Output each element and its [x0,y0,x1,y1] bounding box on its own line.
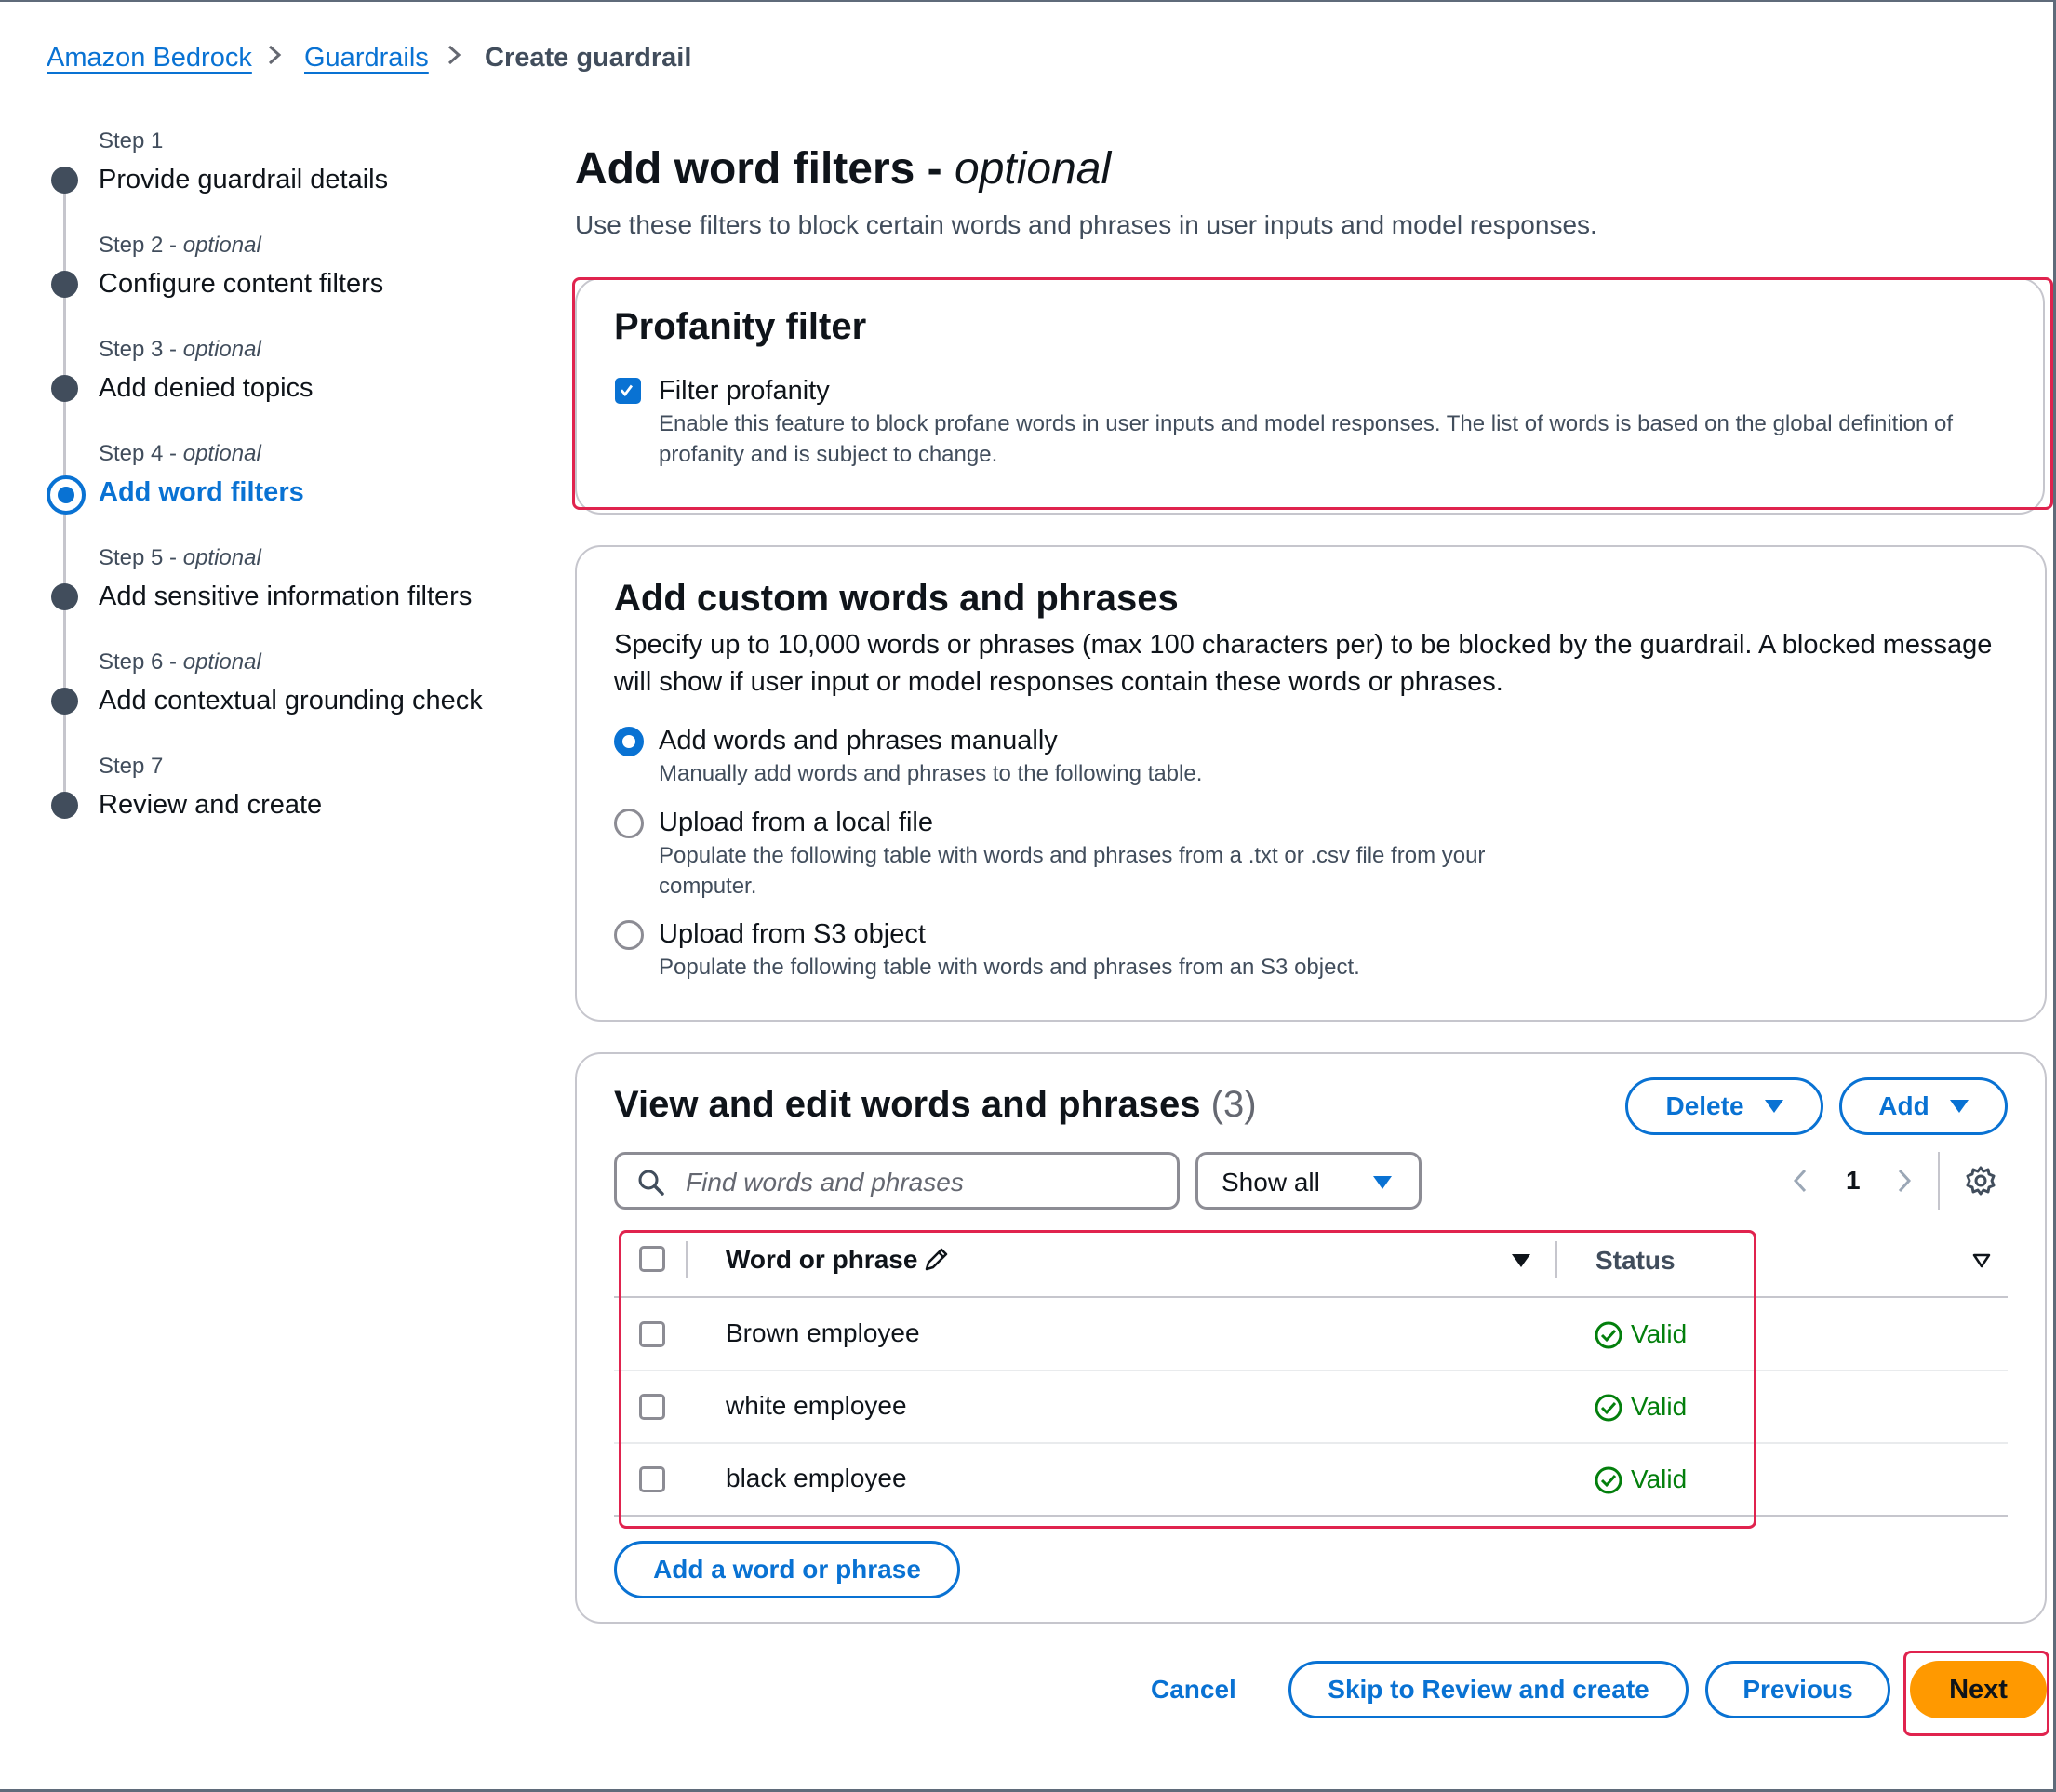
previous-button[interactable]: Previous [1705,1661,1890,1718]
search-input[interactable]: Find words and phrases [614,1152,1180,1210]
step-4-label: Step 4 - optional [99,441,261,466]
radio-upload-s3-description: Populate the following table with words … [659,955,1360,980]
words-table-count: (3) [1210,1084,1257,1125]
search-placeholder: Find words and phrases [686,1168,964,1197]
step-4-active-dot [58,487,74,503]
caret-down-icon [1764,1100,1783,1113]
custom-words-description-line1: Specify up to 10,000 words or phrases (m… [614,630,1993,660]
step-6-label: Step 6 - optional [99,649,261,675]
sort-caret-icon[interactable] [1972,1253,1991,1268]
filter-profanity-checkbox[interactable] [615,378,641,404]
breadcrumb-link-guardrails[interactable]: Guardrails [304,43,429,74]
step-5-dot [51,583,78,610]
filter-profanity-label[interactable]: Filter profanity [659,376,830,407]
step-1-dot [51,167,78,194]
step-4-title: Add word filters [99,477,304,507]
filter-profanity-description-line2: profanity and is subject to change. [659,442,998,467]
step-7-label: Step 7 [99,754,164,779]
step-5-title[interactable]: Add sensitive information filters [99,582,472,612]
radio-upload-local-file-description-line1: Populate the following table with words … [659,843,1486,868]
chevron-right-icon [447,45,461,65]
search-icon [638,1170,664,1196]
custom-words-title: Add custom words and phrases [614,578,1179,619]
step-5-label: Step 5 - optional [99,545,261,570]
step-2-label: Step 2 - optional [99,233,261,258]
words-table-title: View and edit words and phrases (3) [614,1084,1257,1125]
caret-down-icon [1373,1176,1392,1189]
delete-button-label: Delete [1665,1091,1744,1120]
step-2-dot [51,271,78,298]
step-7-title[interactable]: Review and create [99,790,322,821]
add-button-label: Add [1878,1091,1929,1120]
step-3-label: Step 3 - optional [99,337,261,362]
radio-upload-s3-label[interactable]: Upload from S3 object [659,919,926,950]
filter-select-value: Show all [1222,1168,1320,1197]
chevron-right-icon [268,45,282,65]
delete-dropdown-button[interactable]: Delete [1625,1077,1823,1135]
pagination-next-icon[interactable] [1895,1167,1914,1195]
step-1-title[interactable]: Provide guardrail details [99,165,388,195]
page-title: Add word filters - optional [575,144,1112,194]
add-word-button[interactable]: Add a word or phrase [614,1541,960,1598]
checkmark-icon [620,384,634,397]
radio-upload-local-file-description-line2: computer. [659,874,757,899]
step-6-title[interactable]: Add contextual grounding check [99,686,483,716]
radio-add-manually-label[interactable]: Add words and phrases manually [659,726,1058,756]
step-2-title[interactable]: Configure content filters [99,269,383,300]
caret-down-icon [1949,1100,1969,1113]
step-3-title[interactable]: Add denied topics [99,373,314,404]
pagination-current-page[interactable]: 1 [1846,1166,1861,1196]
radio-upload-s3[interactable] [614,920,644,950]
page-description: Use these filters to block certain words… [575,210,1597,239]
breadcrumb-current: Create guardrail [485,43,692,73]
gear-icon[interactable] [1965,1165,1996,1197]
radio-upload-local-file[interactable] [614,809,644,838]
add-dropdown-button[interactable]: Add [1839,1077,2008,1135]
skip-to-review-button[interactable]: Skip to Review and create [1288,1661,1689,1718]
custom-words-description-line2: will show if user input or model respons… [614,667,1503,697]
profanity-filter-title: Profanity filter [614,306,867,347]
radio-upload-local-file-label[interactable]: Upload from a local file [659,808,933,838]
step-6-dot [51,688,78,715]
step-1-label: Step 1 [99,128,164,154]
pagination-prev-icon[interactable] [1791,1167,1809,1195]
filter-profanity-description-line1: Enable this feature to block profane wor… [659,411,1954,436]
highlight-box [1903,1651,2049,1736]
highlight-box [619,1230,1756,1529]
filter-select[interactable]: Show all [1195,1152,1422,1210]
radio-add-manually-description: Manually add words and phrases to the fo… [659,761,1203,786]
breadcrumb-link-amazon-bedrock[interactable]: Amazon Bedrock [47,43,252,74]
cancel-button[interactable]: Cancel [1151,1675,1236,1705]
radio-add-manually[interactable] [614,727,644,756]
step-7-dot [51,792,78,819]
pagination-divider [1938,1152,1940,1210]
step-3-dot [51,375,78,402]
